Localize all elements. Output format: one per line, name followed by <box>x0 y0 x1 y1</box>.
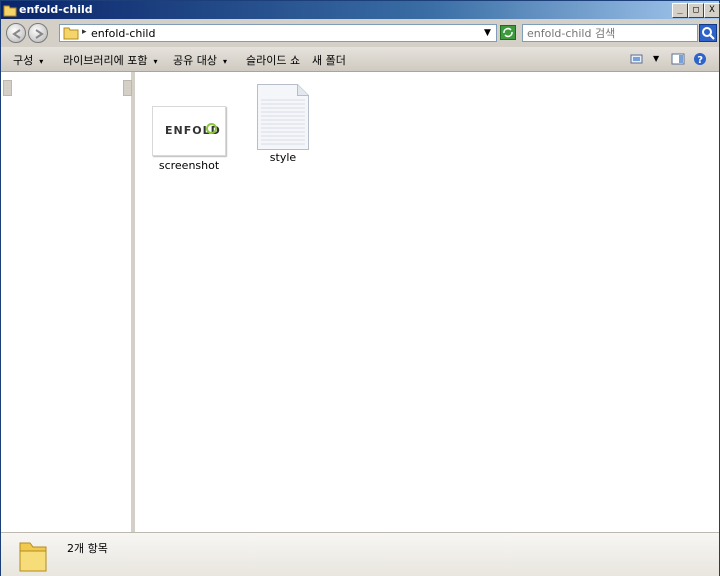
back-button[interactable] <box>6 23 26 43</box>
folder-icon <box>63 26 79 43</box>
new-folder-button[interactable]: 새 폴더 <box>312 52 346 68</box>
file-item-screenshot[interactable]: ENFOLD screenshot <box>149 106 229 172</box>
refresh-button[interactable] <box>500 25 516 40</box>
preview-pane-icon[interactable] <box>671 53 685 65</box>
forward-button[interactable] <box>28 23 48 43</box>
search-button[interactable] <box>699 24 717 42</box>
chevron-down-icon: ▾ <box>153 57 158 66</box>
file-name: screenshot <box>158 159 220 172</box>
command-bar: 구성 ▾ 라이브러리에 포함 ▾ 공유 대상 ▾ 슬라이드 쇼 새 폴더 ▼ ? <box>1 47 719 72</box>
help-icon[interactable]: ? <box>693 52 707 66</box>
refresh-icon <box>503 27 513 38</box>
slideshow-button[interactable]: 슬라이드 쇼 <box>246 52 300 68</box>
chevron-down-icon: ▾ <box>222 57 227 66</box>
organize-menu[interactable]: 구성 ▾ <box>13 52 43 68</box>
minimize-button[interactable]: _ <box>672 3 688 18</box>
scrollbar-stub[interactable] <box>3 80 12 96</box>
search-icon <box>702 27 715 40</box>
title-bar[interactable]: enfold-child _ □ X <box>1 1 720 19</box>
address-row: ▸ enfold-child ▼ <box>1 20 719 46</box>
navigation-pane[interactable] <box>1 72 134 532</box>
arrow-left-icon <box>12 29 21 39</box>
document-icon <box>257 84 309 150</box>
svg-text:?: ? <box>697 55 703 66</box>
breadcrumb-current[interactable]: enfold-child <box>91 27 155 40</box>
window-title: enfold-child <box>19 3 93 16</box>
include-library-label: 라이브러리에 포함 <box>63 54 148 67</box>
close-button[interactable]: X <box>704 3 720 18</box>
share-with-menu[interactable]: 공유 대상 ▾ <box>173 52 227 68</box>
file-name: style <box>269 151 297 164</box>
view-icon[interactable] <box>630 53 644 65</box>
scrollbar-stub[interactable] <box>123 80 132 96</box>
organize-label: 구성 <box>13 54 34 67</box>
include-library-menu[interactable]: 라이브러리에 포함 ▾ <box>63 52 157 68</box>
file-item-style[interactable]: style <box>243 84 323 164</box>
folder-icon <box>17 539 49 576</box>
maximize-button[interactable]: □ <box>688 3 704 18</box>
address-bar[interactable]: ▸ enfold-child ▼ <box>59 24 497 42</box>
logo-icon <box>206 123 217 134</box>
details-pane: 2개 항목 <box>1 532 719 576</box>
item-count: 2개 항목 <box>67 542 108 555</box>
search-input[interactable] <box>527 26 693 40</box>
chevron-down-icon: ▾ <box>39 57 44 66</box>
breadcrumb-separator[interactable]: ▸ <box>82 27 87 37</box>
image-thumbnail: ENFOLD <box>152 106 226 156</box>
chevron-down-icon[interactable]: ▼ <box>484 28 491 38</box>
search-box[interactable] <box>522 24 698 42</box>
folder-icon <box>3 3 17 17</box>
chevron-down-icon[interactable]: ▼ <box>653 54 659 63</box>
file-list[interactable]: ENFOLD screenshot style <box>135 72 719 532</box>
arrow-right-icon <box>35 29 44 39</box>
explorer-window: enfold-child _ □ X ▸ enfold-child ▼ enfo… <box>0 0 720 576</box>
share-with-label: 공유 대상 <box>173 54 217 67</box>
